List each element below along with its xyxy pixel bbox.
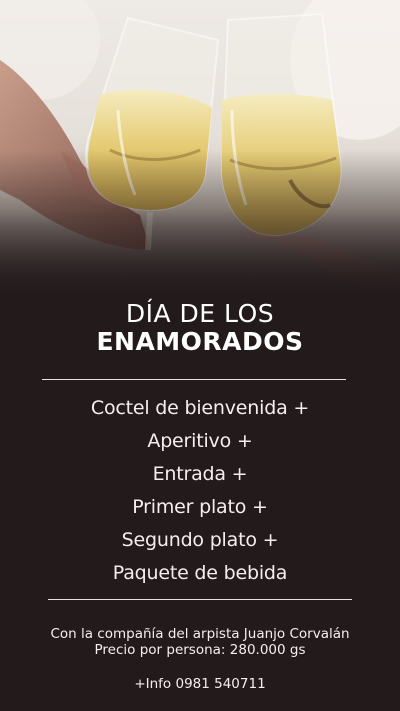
divider-top — [42, 379, 346, 380]
champagne-toast-photo — [0, 0, 400, 300]
menu-item: Coctel de bienvenida + — [90, 397, 310, 419]
menu-item: Segundo plato + — [121, 529, 279, 551]
event-title: DÍA DE LOS ENAMORADOS — [0, 300, 400, 356]
menu-item: Primer plato + — [132, 496, 268, 518]
event-details: Con la compañía del arpista Juanjo Corva… — [0, 626, 400, 692]
event-title-line1: DÍA DE LOS — [125, 299, 275, 328]
price-text: Precio por persona: 280.000 gs — [94, 642, 306, 658]
promo-card: DÍA DE LOS ENAMORADOS Coctel de bienveni… — [0, 0, 400, 711]
divider-bottom — [48, 599, 352, 600]
event-title-line2: ENAMORADOS — [96, 327, 304, 356]
menu-item: Aperitivo + — [147, 430, 253, 452]
contact-phone[interactable]: +Info 0981 540711 — [0, 676, 400, 692]
menu-list: Coctel de bienvenida + Aperitivo + Entra… — [0, 392, 400, 590]
photo-fade-overlay — [0, 150, 400, 300]
companion-text: Con la compañía del arpista Juanjo Corva… — [50, 626, 350, 642]
menu-item: Entrada + — [152, 463, 248, 485]
menu-item: Paquete de bebida — [112, 562, 288, 584]
